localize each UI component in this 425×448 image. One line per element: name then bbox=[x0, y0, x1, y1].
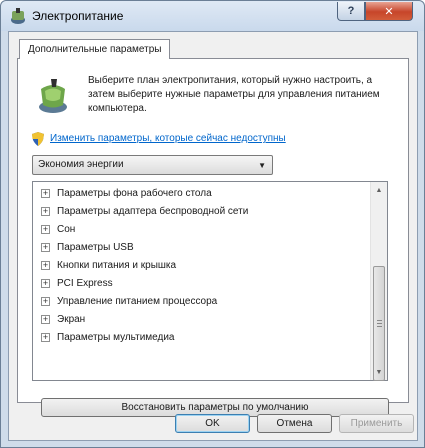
expand-icon[interactable]: + bbox=[41, 297, 50, 306]
tree-item-pci-express[interactable]: + PCI Express bbox=[41, 275, 113, 292]
power-plan-select-value: Экономия энергии bbox=[38, 159, 124, 170]
tree-item-usb[interactable]: + Параметры USB bbox=[41, 239, 134, 256]
tree-item-power-buttons-lid[interactable]: + Кнопки питания и крышка bbox=[41, 257, 176, 274]
help-icon: ? bbox=[347, 5, 355, 17]
tree-item-multimedia[interactable]: + Параметры мультимедиа bbox=[41, 329, 174, 346]
tree-item-label: PCI Express bbox=[57, 278, 113, 289]
scroll-down-icon[interactable]: ▼ bbox=[371, 364, 387, 380]
settings-tree[interactable]: + Параметры фона рабочего стола + Параме… bbox=[32, 181, 388, 381]
expand-icon[interactable]: + bbox=[41, 243, 50, 252]
tree-scrollbar[interactable]: ▲ ▼ bbox=[370, 182, 387, 381]
plan-description: Выберите план электропитания, который ну… bbox=[88, 75, 380, 114]
dialog-client-area: Дополнительные параметры Выберите план э… bbox=[8, 31, 418, 441]
tree-item-label: Кнопки питания и крышка bbox=[57, 260, 177, 271]
power-options-window: Электропитание ? ✕ Дополнительные параме… bbox=[0, 0, 425, 448]
uac-shield-icon bbox=[32, 132, 44, 146]
window-title: Электропитание bbox=[32, 9, 124, 23]
apply-button[interactable]: Применить bbox=[339, 414, 414, 433]
cancel-button[interactable]: Отмена bbox=[257, 414, 332, 433]
tree-item-sleep[interactable]: + Сон bbox=[41, 221, 75, 238]
tree-item-label: Параметры адаптера беспроводной сети bbox=[57, 206, 249, 217]
tab-advanced-settings[interactable]: Дополнительные параметры bbox=[19, 39, 171, 59]
power-plan-select[interactable]: Экономия энергии ▼ bbox=[32, 155, 273, 175]
expand-icon[interactable]: + bbox=[41, 333, 50, 342]
power-options-icon bbox=[11, 8, 25, 24]
help-button[interactable]: ? bbox=[337, 2, 365, 21]
tree-item-label: Параметры фона рабочего стола bbox=[57, 188, 212, 199]
chevron-down-icon: ▼ bbox=[258, 161, 266, 170]
tree-item-desktop-background[interactable]: + Параметры фона рабочего стола bbox=[41, 185, 212, 202]
tree-item-wireless-adapter[interactable]: + Параметры адаптера беспроводной сети bbox=[41, 203, 248, 220]
expand-icon[interactable]: + bbox=[41, 261, 50, 270]
scroll-up-icon[interactable]: ▲ bbox=[371, 182, 387, 198]
expand-icon[interactable]: + bbox=[41, 189, 50, 198]
close-icon: ✕ bbox=[384, 5, 394, 18]
tree-item-label: Сон bbox=[57, 224, 76, 235]
change-unavailable-settings-link[interactable]: Изменить параметры, которые сейчас недос… bbox=[50, 133, 286, 144]
tree-item-label: Управление питанием процессора bbox=[57, 296, 218, 307]
tree-item-label: Параметры USB bbox=[57, 242, 134, 253]
power-plan-icon bbox=[39, 79, 67, 113]
ok-button[interactable]: OK bbox=[175, 414, 250, 433]
close-button[interactable]: ✕ bbox=[365, 2, 413, 21]
tree-item-label: Параметры мультимедиа bbox=[57, 332, 175, 343]
expand-icon[interactable]: + bbox=[41, 225, 50, 234]
expand-icon[interactable]: + bbox=[41, 279, 50, 288]
advanced-settings-panel: Выберите план электропитания, который ну… bbox=[17, 58, 409, 417]
title-bar[interactable]: Электропитание ? ✕ bbox=[1, 1, 424, 31]
tree-item-label: Экран bbox=[57, 314, 86, 325]
tree-item-display[interactable]: + Экран bbox=[41, 311, 85, 328]
tree-item-processor-power[interactable]: + Управление питанием процессора bbox=[41, 293, 217, 310]
expand-icon[interactable]: + bbox=[41, 315, 50, 324]
expand-icon[interactable]: + bbox=[41, 207, 50, 216]
